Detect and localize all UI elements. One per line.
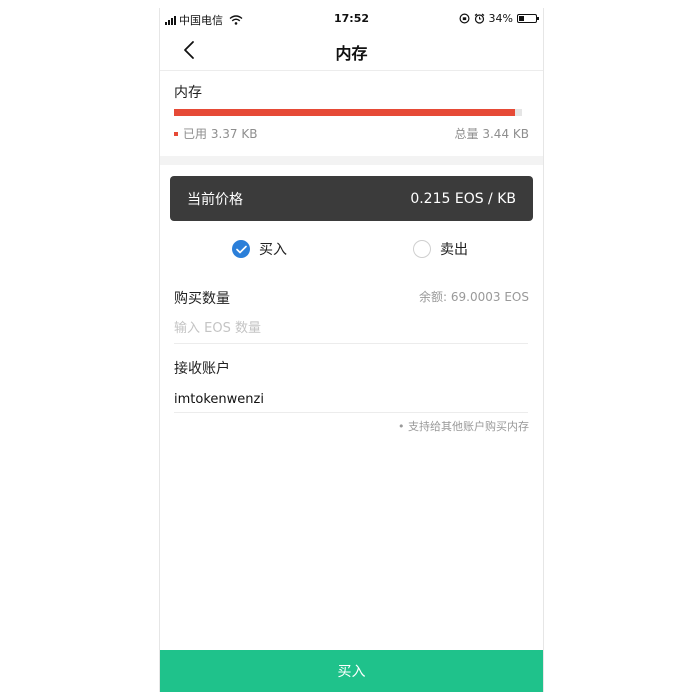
amount-input[interactable] xyxy=(174,318,528,338)
radio-sell-label: 卖出 xyxy=(440,242,468,258)
memory-used-text: 已用 3.37 KB xyxy=(183,127,258,141)
orientation-lock-icon xyxy=(459,13,470,24)
section-divider xyxy=(160,156,543,165)
memory-used-fill xyxy=(174,109,516,116)
memory-total-text: 总量 3.44 KB xyxy=(454,127,529,141)
status-bar: 中国电信 17:52 34% xyxy=(160,8,543,30)
radio-sell[interactable]: 卖出 xyxy=(413,239,468,259)
checkmark-icon xyxy=(232,240,250,258)
battery-percent: 34% xyxy=(488,12,513,25)
used-dot-icon xyxy=(174,131,178,136)
radio-buy[interactable]: 买入 xyxy=(232,239,287,259)
balance-text: 余额: 69.0003 EOS xyxy=(419,290,529,304)
nav-bar: 内存 xyxy=(160,30,543,71)
amount-underline xyxy=(174,343,528,344)
amount-label: 购买数量 xyxy=(174,291,230,307)
price-label: 当前价格 xyxy=(187,191,243,208)
memory-title: 内存 xyxy=(174,85,202,101)
battery-fill xyxy=(519,16,525,21)
battery-icon xyxy=(517,14,539,23)
page-title: 内存 xyxy=(335,44,368,63)
buy-button[interactable]: 买入 xyxy=(160,650,543,692)
memory-usage-bar xyxy=(174,109,522,116)
unchecked-circle-icon xyxy=(413,240,431,258)
account-underline xyxy=(174,412,528,413)
account-label: 接收账户 xyxy=(174,361,230,377)
status-right: 34% xyxy=(459,12,539,25)
price-value: 0.215 EOS / KB xyxy=(410,190,516,207)
account-hint: • 支持给其他账户购买内存 xyxy=(398,420,529,433)
alarm-icon xyxy=(474,13,484,24)
phone-screen: 中国电信 17:52 34% 内存 内存 已用 3.37 KB 总量 3.44 … xyxy=(159,8,544,692)
radio-buy-label: 买入 xyxy=(259,242,287,258)
current-price-panel: 当前价格 0.215 EOS / KB xyxy=(170,176,533,221)
memory-used-row: 已用 3.37 KB xyxy=(174,125,257,142)
account-input[interactable] xyxy=(174,389,528,409)
